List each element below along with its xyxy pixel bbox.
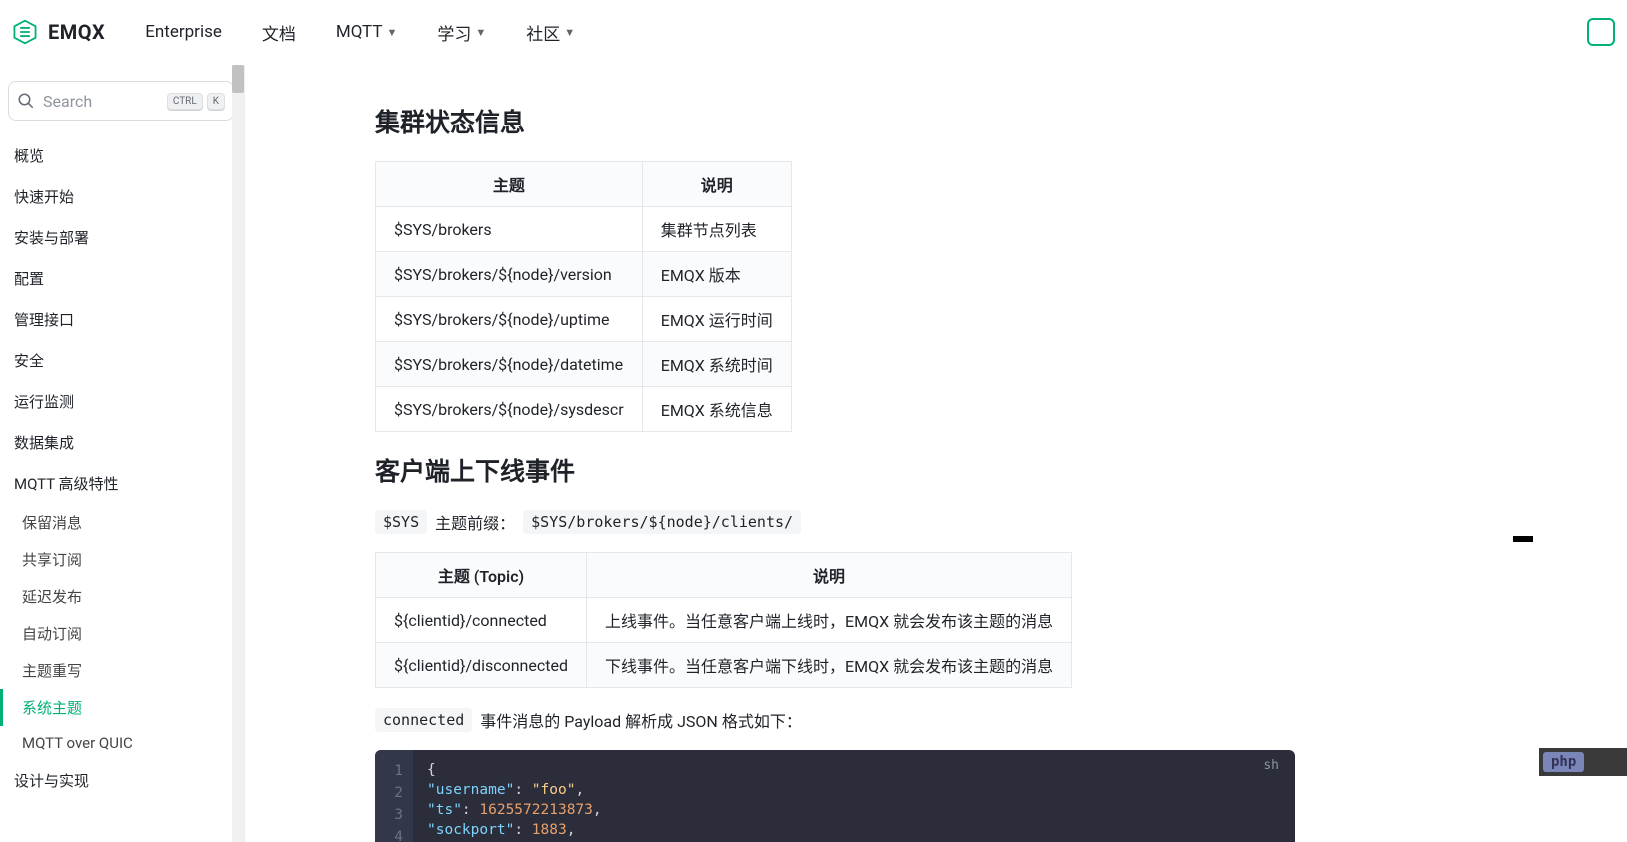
nav-社区[interactable]: 社区▼ [526,20,575,45]
code-content: { "username": "foo", "ts": 1625572213873… [413,750,616,842]
header-action-button[interactable] [1587,18,1615,46]
sidebar-item[interactable]: 运行监测 [0,381,244,422]
kbd-ctrl: CTRL [167,93,203,110]
sidebar-subitem[interactable]: 延迟发布 [0,578,244,615]
search-icon [17,92,35,110]
sidebar-subitem[interactable]: 主题重写 [0,652,244,689]
sys-code: $SYS [375,510,427,534]
sidebar: Search CTRL K 概览快速开始安装与部署配置管理接口安全运行监测数据集… [0,65,245,842]
nav-menu: Enterprise 文档 MQTT▼ 学习▼ 社区▼ [145,20,575,45]
php-watermark: php [1539,748,1627,776]
table-row: $SYS/brokers/${node}/datetimeEMQX 系统时间 [376,342,792,387]
table-cell: EMQX 系统时间 [642,342,791,387]
nav-enterprise[interactable]: Enterprise [145,22,222,42]
prefix-label: 主题前缀： [435,510,515,534]
header-right [1587,18,1615,46]
code-line-numbers: 12345 [375,750,413,842]
table-cell: ${clientid}/disconnected [376,643,587,688]
table-row: $SYS/brokers/${node}/versionEMQX 版本 [376,252,792,297]
section-heading-client-events: 客户端上下线事件 [375,452,1295,488]
sidebar-scrollbar-thumb[interactable] [232,65,244,93]
table-cell: ${clientid}/connected [376,598,587,643]
json-code-block: sh 12345 { "username": "foo", "ts": 1625… [375,750,1295,842]
search-shortcut: CTRL K [167,93,225,110]
table-cell: EMQX 运行时间 [642,297,791,342]
table-row: ${clientid}/connected上线事件。当任意客户端上线时，EMQX… [376,598,1072,643]
table-header: 说明 [587,553,1072,598]
table-cell: $SYS/brokers/${node}/uptime [376,297,643,342]
sidebar-item[interactable]: MQTT 高级特性 [0,463,244,504]
brand[interactable]: EMQX [12,19,105,45]
table-cell: $SYS/brokers/${node}/version [376,252,643,297]
top-nav: EMQX Enterprise 文档 MQTT▼ 学习▼ 社区▼ [0,0,1627,65]
search-input[interactable]: Search CTRL K [8,81,234,121]
prefix-value-code: $SYS/brokers/${node}/clients/ [523,510,801,534]
topic-prefix-line: $SYS 主题前缀： $SYS/brokers/${node}/clients/ [375,510,1295,534]
sidebar-scrollbar-track[interactable] [232,65,244,842]
table-header: 主题 [376,162,643,207]
payload-label: 事件消息的 Payload 解析成 JSON 格式如下： [480,708,802,732]
code-language-badge: sh [1263,758,1279,773]
emqx-logo-icon [12,19,38,45]
cluster-status-table: 主题说明 $SYS/brokers集群节点列表$SYS/brokers/${no… [375,161,792,432]
table-row: $SYS/brokers集群节点列表 [376,207,792,252]
sidebar-item[interactable]: 快速开始 [0,176,244,217]
table-cell: 上线事件。当任意客户端上线时，EMQX 就会发布该主题的消息 [587,598,1072,643]
nav-文档[interactable]: 文档 [262,20,296,45]
sidebar-item[interactable]: 设计与实现 [0,760,244,801]
table-row: $SYS/brokers/${node}/uptimeEMQX 运行时间 [376,297,792,342]
minimize-icon[interactable] [1513,536,1533,542]
connected-code: connected [375,708,472,732]
client-events-table: 主题 (Topic)说明 ${clientid}/connected上线事件。当… [375,552,1072,688]
table-cell: 集群节点列表 [642,207,791,252]
payload-desc-line: connected 事件消息的 Payload 解析成 JSON 格式如下： [375,708,1295,732]
table-cell: EMQX 系统信息 [642,387,791,432]
table-cell: 下线事件。当任意客户端下线时，EMQX 就会发布该主题的消息 [587,643,1072,688]
sidebar-item[interactable]: 安装与部署 [0,217,244,258]
table-header: 说明 [642,162,791,207]
nav-mqtt[interactable]: MQTT▼ [336,22,398,42]
sidebar-item[interactable]: 概览 [0,135,244,176]
sidebar-item[interactable]: 数据集成 [0,422,244,463]
sidebar-subitem[interactable]: 自动订阅 [0,615,244,652]
table-row: ${clientid}/disconnected下线事件。当任意客户端下线时，E… [376,643,1072,688]
chevron-down-icon: ▼ [386,26,397,39]
sidebar-item[interactable]: 配置 [0,258,244,299]
kbd-k: K [207,93,225,110]
nav-学习[interactable]: 学习▼ [437,20,486,45]
sidebar-subitem[interactable]: 共享订阅 [0,541,244,578]
sidebar-item[interactable]: 管理接口 [0,299,244,340]
main-content: 集群状态信息 主题说明 $SYS/brokers集群节点列表$SYS/broke… [245,65,1627,842]
table-row: $SYS/brokers/${node}/sysdescrEMQX 系统信息 [376,387,792,432]
search-placeholder: Search [43,92,159,111]
sidebar-item[interactable]: 安全 [0,340,244,381]
sidebar-subitem[interactable]: MQTT over QUIC [0,726,244,760]
sidebar-subitem[interactable]: 系统主题 [0,689,244,726]
sidebar-subitem[interactable]: 保留消息 [0,504,244,541]
chevron-down-icon: ▼ [475,26,486,39]
chevron-down-icon: ▼ [564,26,575,39]
table-header: 主题 (Topic) [376,553,587,598]
table-cell: $SYS/brokers [376,207,643,252]
table-cell: $SYS/brokers/${node}/sysdescr [376,387,643,432]
table-cell: EMQX 版本 [642,252,791,297]
brand-text: EMQX [48,20,105,44]
section-heading-cluster: 集群状态信息 [375,103,1295,139]
table-cell: $SYS/brokers/${node}/datetime [376,342,643,387]
